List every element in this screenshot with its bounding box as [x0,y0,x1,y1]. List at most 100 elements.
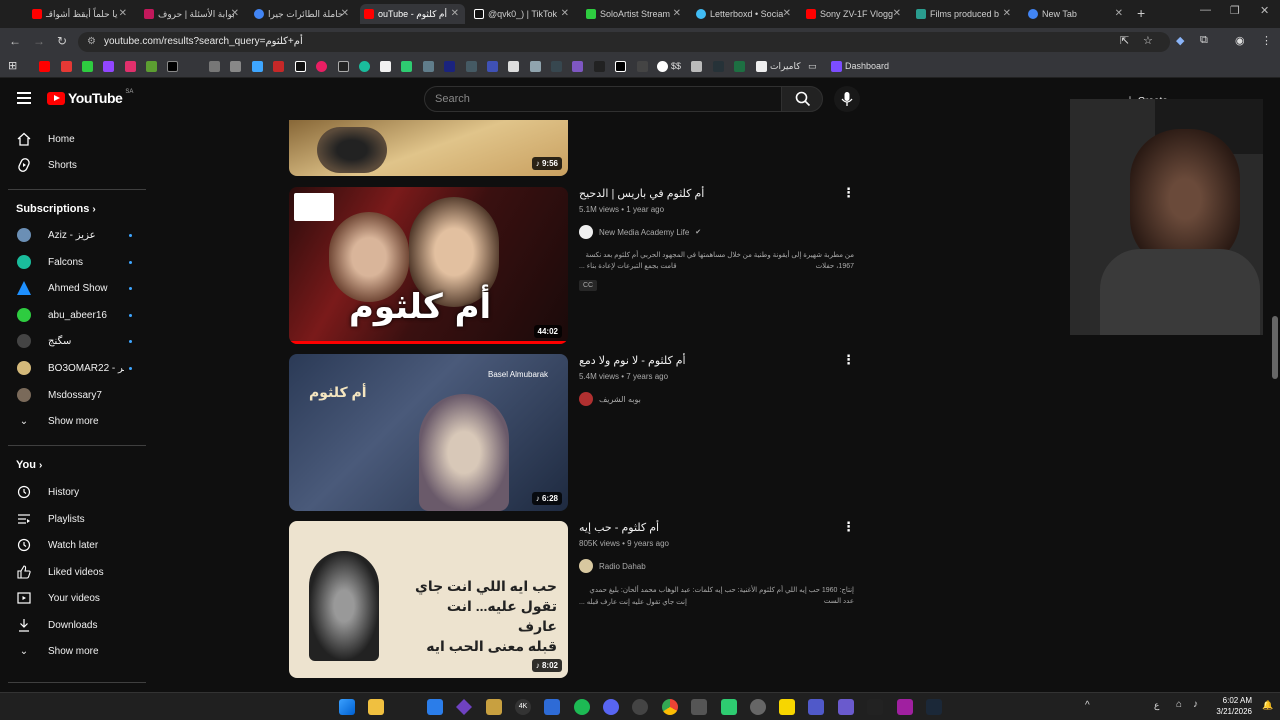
bookmark-icon[interactable] [637,61,648,72]
channel-link[interactable]: بوبه الشريف [579,392,641,406]
bookmark-doc-icon[interactable] [756,61,767,72]
folder-icon[interactable]: ▭ [808,61,817,72]
start-windows-icon[interactable] [339,699,355,715]
bookmark-icon[interactable] [359,61,370,72]
close-tab-icon[interactable]: ✕ [783,8,791,19]
browser-tab[interactable]: Sony ZV-1F Vlogg ✕ [802,4,907,24]
bookmark-icon[interactable] [691,61,702,72]
video-thumbnail[interactable]: ♪ 9:56 [289,120,568,176]
close-tab-icon[interactable]: ✕ [1115,8,1123,19]
browser-menu-icon[interactable]: ⋮ [1261,34,1272,47]
bookmark-icon[interactable] [273,61,284,72]
app-icon[interactable] [632,699,648,715]
subscription-item[interactable]: BO3OMAR22 - بو عمر [0,355,154,381]
bookmark-star-icon[interactable]: ☆ [1143,34,1153,47]
install-app-icon[interactable]: ⇱ [1120,34,1129,47]
file-explorer-icon[interactable] [368,699,384,715]
app-icon[interactable] [867,699,883,715]
channel-link[interactable]: New Media Academy Life ✔ [579,225,701,239]
browser-tab[interactable]: Letterboxd • Socia ✕ [692,4,797,24]
volume-icon[interactable]: ♪ [1193,699,1198,710]
subscription-item[interactable]: Msdossary7 [0,382,154,408]
bookmark-x-icon[interactable] [167,61,178,72]
back-icon[interactable]: ← [9,34,21,48]
steam-icon[interactable] [926,699,942,715]
teams-icon[interactable] [808,699,824,715]
search-result[interactable]: ♪ 9:56 [289,120,569,176]
bookmark-icon[interactable] [594,61,605,72]
bookmark-icon[interactable] [713,61,724,72]
browser-tab[interactable]: بوابة الأسئلة | حروف ✕ [140,4,245,24]
close-tab-icon[interactable]: ✕ [673,8,681,19]
bookmark-icon[interactable] [380,61,391,72]
input-language-icon[interactable]: ع [1154,700,1159,711]
close-tab-icon[interactable]: ✕ [119,8,127,19]
sidebar-item-downloads[interactable]: Downloads [0,612,154,638]
menu-hamburger-icon[interactable] [17,92,31,107]
bookmark-icon[interactable] [487,61,498,72]
sidebar-item-your-videos[interactable]: Your videos [0,585,154,611]
app-icon[interactable] [427,699,443,715]
close-window-icon[interactable]: ✕ [1260,4,1269,17]
subscription-item[interactable]: سگنج [0,328,154,354]
app-icon[interactable] [691,699,707,715]
discord-icon[interactable] [603,699,619,715]
more-actions-icon[interactable]: ⋮ [842,519,855,535]
browser-tab-active[interactable]: ouTube - أم كلثوم ✕ [360,4,465,24]
bookmark-icon[interactable] [295,61,306,72]
chrome-icon[interactable] [662,699,678,715]
video-title[interactable]: أم كلثوم - لا نوم ولا دمع [579,354,686,367]
search-result[interactable]: أم كلثوم Basel Almubarak ♪ 6:28 أم كلثوم… [289,352,859,514]
app-icon[interactable] [721,699,737,715]
taskbar-clock[interactable]: 6:02 AM 3/21/2026 [1216,695,1252,717]
bookmark-icon[interactable] [423,61,434,72]
obs-icon[interactable] [750,699,766,715]
browser-tab[interactable]: حاملة الطائرات جيرا ✕ [250,4,355,24]
bookmark-dashboard[interactable]: Dashboard [845,61,889,71]
more-actions-icon[interactable]: ⋮ [842,185,855,201]
close-tab-icon[interactable]: ✕ [231,8,239,19]
sidebar-item-watch-later[interactable]: Watch later [0,532,154,558]
video-title[interactable]: أم كلثوم في باريس | الدحيح [579,187,704,200]
spotify-icon[interactable] [574,699,590,715]
app-icon[interactable] [897,699,913,715]
bookmark-icon[interactable] [551,61,562,72]
bookmark-icon[interactable] [82,61,93,72]
close-tab-icon[interactable]: ✕ [561,8,569,19]
search-result[interactable]: حب ايه اللي انت جاي تقول عليه... انت عارف… [289,519,859,681]
notifications-icon[interactable]: 🔔 [1262,700,1273,711]
show-more-you[interactable]: ⌄ Show more [0,638,154,664]
app-icon[interactable] [456,699,472,715]
show-more-subscriptions[interactable]: ⌄ Show more [0,408,154,434]
bookmark-icon[interactable] [401,61,412,72]
maximize-icon[interactable]: ❐ [1230,4,1240,17]
bookmark-excel-icon[interactable] [734,61,745,72]
address-bar[interactable]: ⚙ youtube.com/results?search_query=أم+كل… [78,32,1170,52]
bookmark-instagram-icon[interactable] [125,61,136,72]
apps-grid-icon[interactable]: ⊞ [8,59,17,72]
site-info-icon[interactable]: ⚙ [87,32,96,52]
sidebar-item-playlists[interactable]: Playlists [0,506,154,532]
scrollbar-thumb[interactable] [1272,316,1278,379]
page-scrollbar[interactable] [1272,88,1278,688]
bookmark-icon[interactable] [252,61,263,72]
bookmark-icon[interactable] [316,61,327,72]
sidebar-item-liked-videos[interactable]: Liked videos [0,559,154,585]
you-header[interactable]: You › [16,459,42,471]
extensions-puzzle-icon[interactable]: ⧉ [1200,34,1208,47]
bookmark-icon[interactable] [146,61,157,72]
voice-search-button[interactable] [834,86,860,112]
profile-avatar-icon[interactable]: ◉ [1235,34,1245,47]
sidebar-item-home[interactable]: Home [0,126,154,152]
security-shield-icon[interactable] [544,699,560,715]
video-thumbnail[interactable]: أم كلثوم 44:02 [289,187,568,344]
minimize-icon[interactable]: — [1200,4,1211,16]
reload-icon[interactable]: ↻ [57,34,67,48]
browser-tab[interactable]: Films produced b ✕ [912,4,1017,24]
bookmark-icon[interactable] [61,61,72,72]
sidebar-item-shorts[interactable]: Shorts [0,152,154,178]
video-thumbnail[interactable]: حب ايه اللي انت جاي تقول عليه... انت عارف… [289,521,568,678]
bookmark-icon[interactable] [444,61,455,72]
bookmark-icon[interactable] [831,61,842,72]
4k-app-icon[interactable]: 4K [515,699,531,715]
